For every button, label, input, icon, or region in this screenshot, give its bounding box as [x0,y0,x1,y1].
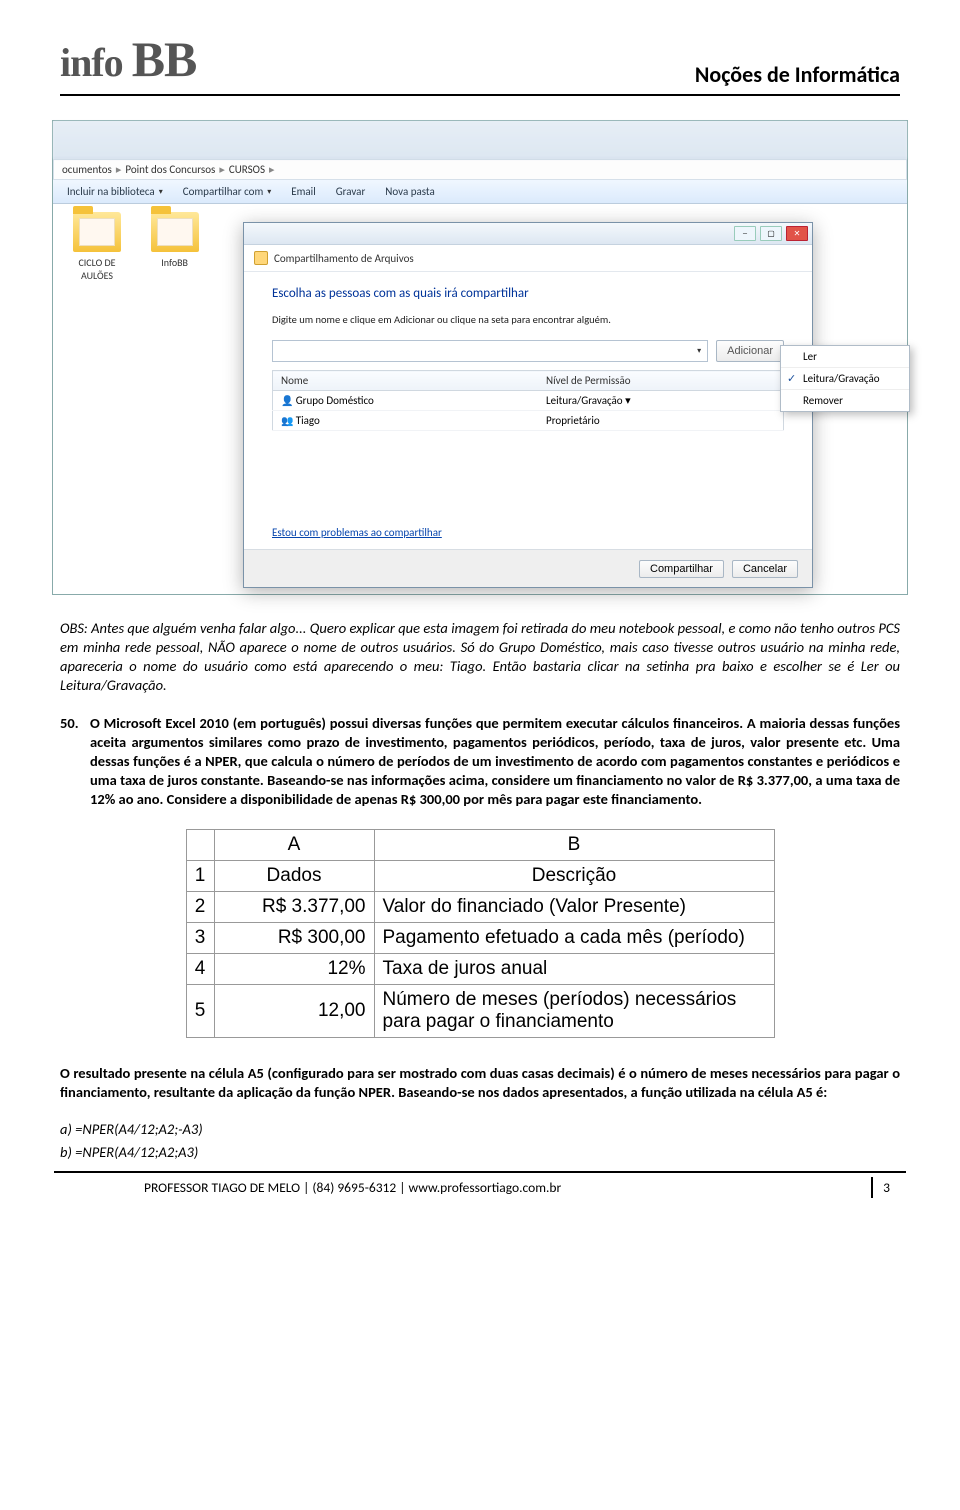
row-head: 4 [186,954,214,985]
header-corner [186,830,214,861]
cell: Valor do financiado (Valor Presente) [374,892,774,923]
excel-table: A B 1 Dados Descrição 2 R$ 3.377,00 Valo… [186,829,775,1038]
dialog-titlebar: ─ ▢ ✕ [244,223,812,245]
divider [60,94,900,96]
folder-icon [73,212,121,252]
question-text: O Microsoft Excel 2010 (em português) po… [90,714,900,810]
answer-options: a) =NPER(A4/12;A2;-A3) b) =NPER(A4/12;A2… [60,1118,900,1163]
dialog-caption: Compartilhamento de Arquivos [244,245,812,272]
dialog-title: Compartilhamento de Arquivos [274,252,414,265]
cell: Pagamento efetuado a cada mês (período) [374,923,774,954]
menu-item-read[interactable]: Ler [781,346,909,367]
dialog-body: Escolha as pessoas com as quais irá comp… [244,272,812,441]
chevron-down-icon: ▾ [697,346,701,356]
breadcrumb-part[interactable]: ocumentos [62,163,112,176]
header-col-b: B [374,830,774,861]
question-number: 50. [60,714,90,810]
cell: Dados [214,861,374,892]
name-combobox[interactable]: ▾ [272,340,708,362]
result-text: O resultado presente na célula A5 (confi… [60,1064,900,1102]
cell: Descrição [374,861,774,892]
folder-label: CICLO DE AULÕES [63,256,131,282]
help-link[interactable]: Estou com problemas ao compartilhar [272,526,442,539]
header-col-a: A [214,830,374,861]
add-button[interactable]: Adicionar [716,340,784,362]
folder-icon [151,212,199,252]
explorer-body: CICLO DE AULÕES InfoBB ─ ▢ ✕ Compartilha… [53,204,907,594]
screenshot-explorer: ocumentos▸ Point dos Concursos▸ CURSOS▸ … [52,120,908,595]
toolbar-newfolder[interactable]: Nova pasta [385,185,434,198]
logo: info BB [60,30,196,88]
maximize-button[interactable]: ▢ [760,226,782,241]
table-row[interactable]: Grupo Doméstico Leitura/Gravação ▾ [273,391,784,411]
page-title: Noções de Informática [695,61,900,88]
cell-name: Tiago [273,411,539,431]
share-icon [254,251,268,265]
cell-perm[interactable]: Leitura/Gravação ▾ [538,391,783,411]
row-head: 3 [186,923,214,954]
folder-label: InfoBB [161,256,188,269]
breadcrumb[interactable]: ocumentos▸ Point dos Concursos▸ CURSOS▸ [53,159,907,180]
toolbar-share[interactable]: Compartilhar com ▾ [183,185,272,198]
minimize-button[interactable]: ─ [734,226,756,241]
cell: 12,00 [214,985,374,1038]
cell: R$ 300,00 [214,923,374,954]
folder-item[interactable]: CICLO DE AULÕES [63,212,131,282]
window-titlebar-blur [53,121,907,159]
breadcrumb-part[interactable]: Point dos Concursos [125,163,215,176]
option-b: b) =NPER(A4/12;A2;A3) [60,1141,900,1163]
share-button[interactable]: Compartilhar [639,560,724,578]
cell: R$ 3.377,00 [214,892,374,923]
menu-item-readwrite[interactable]: Leitura/Gravação [781,367,909,389]
cell: 12% [214,954,374,985]
col-name[interactable]: Nome [273,371,539,391]
permissions-table: Nome Nível de Permissão Grupo Doméstico … [272,370,784,431]
breadcrumb-part[interactable]: CURSOS [229,163,265,176]
share-dialog: ─ ▢ ✕ Compartilhamento de Arquivos Escol… [243,222,813,588]
permission-context-menu: Ler Leitura/Gravação Remover [780,345,910,412]
close-button[interactable]: ✕ [786,226,808,241]
toolbar-include[interactable]: Incluir na biblioteca ▾ [67,185,163,198]
toolbar-email[interactable]: Email [291,185,315,198]
row-head: 2 [186,892,214,923]
page-footer: PROFESSOR TIAGO DE MELO | (84) 9695-6312… [54,1171,906,1198]
dialog-heading: Escolha as pessoas com as quais irá comp… [272,286,784,301]
observation-text: OBS: Antes que alguém venha falar algo..… [60,619,900,696]
page-number: 3 [871,1177,900,1198]
cell: Taxa de juros anual [374,954,774,985]
table-row[interactable]: Tiago Proprietário [273,411,784,431]
cell: Número de meses (períodos) necessários p… [374,985,774,1038]
cell-perm: Proprietário [538,411,783,431]
row-head: 5 [186,985,214,1038]
dialog-hint: Digite um nome e clique em Adicionar ou … [272,313,784,326]
explorer-toolbar: Incluir na biblioteca ▾ Compartilhar com… [53,180,907,204]
col-perm[interactable]: Nível de Permissão [538,371,783,391]
cell-name: Grupo Doméstico [273,391,539,411]
folder-item[interactable]: InfoBB [141,212,209,269]
menu-item-remove[interactable]: Remover [781,389,909,411]
cancel-button[interactable]: Cancelar [732,560,798,578]
row-head: 1 [186,861,214,892]
question-50: 50. O Microsoft Excel 2010 (em português… [60,714,900,810]
page-header: info BB Noções de Informática [60,30,900,88]
dialog-footer: Compartilhar Cancelar [244,549,812,587]
option-a: a) =NPER(A4/12;A2;-A3) [60,1118,900,1140]
footer-text: PROFESSOR TIAGO DE MELO | (84) 9695-6312… [54,1179,561,1196]
toolbar-burn[interactable]: Gravar [336,185,366,198]
